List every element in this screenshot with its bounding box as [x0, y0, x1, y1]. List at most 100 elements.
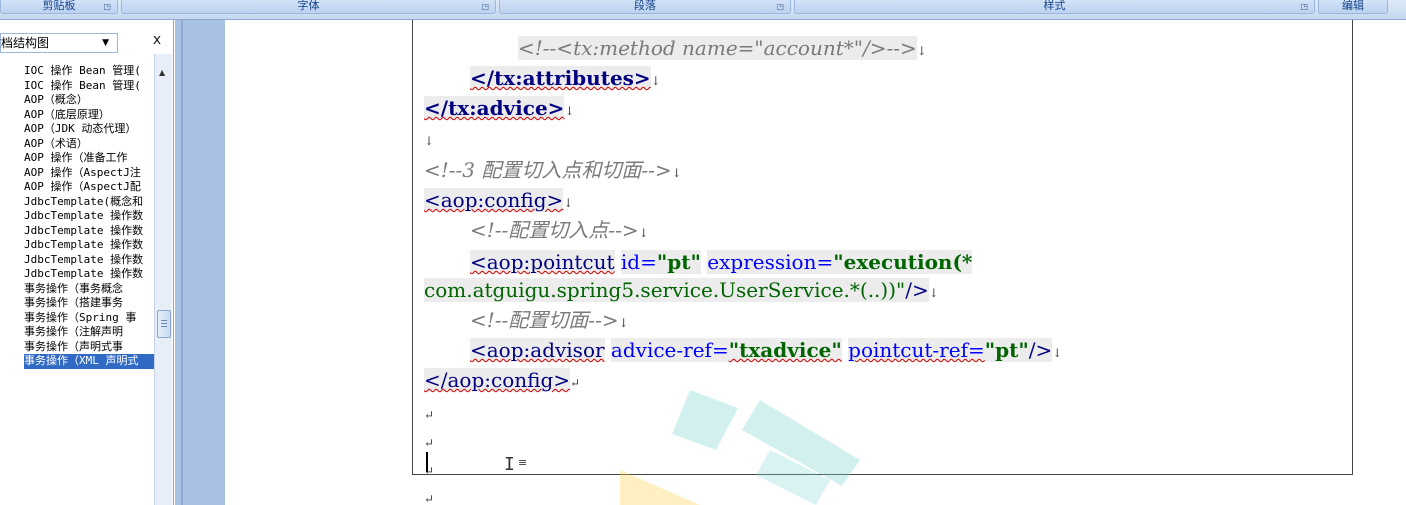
ribbon-group-paragraph[interactable]: 段落 ◳ — [499, 0, 791, 14]
dialog-launcher-icon[interactable]: ◳ — [481, 1, 489, 13]
grip-line — [161, 323, 167, 324]
document-map-item[interactable]: 事务操作（声明式事 — [24, 340, 154, 355]
ribbon-group-label: 段落 — [634, 0, 656, 12]
code-line-step3-comment[interactable]: <!--3 配置切入点和切面-->↓ — [424, 156, 682, 187]
code-line-pointcut-comment[interactable]: <!--配置切入点-->↓ — [470, 216, 649, 247]
line-break-mark: ↓ — [424, 134, 435, 148]
document-map-item[interactable]: 事务操作（事务概念 — [24, 282, 154, 297]
document-map-item[interactable]: AOP 操作（准备工作 — [24, 151, 154, 166]
code-line-empty[interactable]: ↓ — [424, 124, 434, 155]
xml-tag-end: /> — [1028, 338, 1053, 362]
document-map-item[interactable]: AOP（概念） — [24, 93, 154, 108]
close-icon[interactable]: x — [150, 32, 164, 48]
code-line-aspect-comment[interactable]: <!--配置切面-->↓ — [470, 306, 629, 337]
comment-text: <!--3 配置切入点和切面--> — [424, 158, 672, 182]
paragraph-mark: ↵ — [570, 376, 581, 390]
document-map-item[interactable]: AOP 操作（AspectJ注 — [24, 166, 154, 181]
document-map-item[interactable]: AOP 操作（AspectJ配 — [24, 180, 154, 195]
dropdown-label: 文档结构图 — [0, 36, 50, 50]
line-break-mark: ↓ — [618, 316, 629, 330]
xml-tag: <aop:config> — [424, 188, 564, 212]
xml-value: "pt" — [984, 338, 1029, 362]
ribbon-group-label: 编辑 — [1342, 0, 1364, 12]
ribbon-group-label: 字体 — [297, 0, 320, 12]
dialog-launcher-icon[interactable]: ◳ — [776, 1, 784, 13]
text-caret — [426, 452, 428, 472]
xml-attribute: id= — [620, 250, 657, 274]
document-map-list: IOC 操作 Bean 管理( IOC 操作 Bean 管理( AOP（概念） … — [24, 64, 154, 369]
document-map-item[interactable]: 事务操作（Spring 事 — [24, 311, 154, 326]
document-map-item[interactable]: 事务操作（注解声明 — [24, 325, 154, 340]
line-break-mark: ↓ — [671, 166, 682, 180]
click-type-format-icon: ≡ — [518, 456, 528, 469]
xml-tag: <aop:pointcut — [470, 250, 615, 274]
ribbon-group-bar: 剪贴板 ◳ 字体 ◳ 段落 ◳ 样式 ◳ 编辑 — [0, 0, 1406, 20]
document-map-item-selected[interactable]: 事务操作（XML 声明式 — [24, 354, 154, 369]
xml-attribute: expression= — [707, 250, 834, 274]
code-line-pointcut-cont[interactable]: com.atguigu.spring5.service.UserService.… — [424, 276, 939, 307]
xml-tag: </aop:config> — [424, 368, 571, 392]
line-break-mark: ↓ — [563, 196, 574, 210]
comment-text: <!--配置切面--> — [470, 308, 619, 332]
code-line-aop-config-open[interactable]: <aop:config>↓ — [424, 186, 573, 217]
xml-attribute: pointcut-ref= — [848, 338, 985, 362]
paragraph-mark: ↵ — [424, 408, 435, 422]
xml-attribute: advice-ref= — [610, 338, 729, 362]
code-line-attributes-close[interactable]: </tx:attributes>↓ — [470, 64, 661, 95]
document-map-item[interactable]: 事务操作（搭建事务 — [24, 296, 154, 311]
xml-tag-end: /> — [905, 278, 929, 302]
code-line-aop-config-close[interactable]: </aop:config>↵ — [424, 366, 580, 397]
document-map-dropdown[interactable]: 文档结构图 ▼ — [0, 33, 118, 53]
document-map-item[interactable]: AOP（术语） — [24, 137, 154, 152]
document-map-scrollbar[interactable]: ▲ — [154, 54, 172, 505]
dialog-launcher-icon[interactable]: ◳ — [1300, 1, 1308, 13]
code-line-empty[interactable]: ↵ — [424, 398, 434, 429]
xml-value: "execution(* — [833, 250, 973, 274]
xml-tag: </tx:advice> — [424, 96, 565, 120]
ribbon-group-clipboard[interactable]: 剪贴板 ◳ — [0, 0, 118, 14]
xml-tag: </tx:attributes> — [470, 66, 651, 90]
grip-line — [161, 320, 167, 321]
document-map-item[interactable]: JdbcTemplate 操作数 — [24, 253, 154, 268]
xml-value: "txadvice" — [728, 338, 842, 362]
code-line-advisor[interactable]: <aop:advisor advice-ref="txadvice" point… — [470, 336, 1062, 367]
i-beam-cursor-icon: I — [504, 454, 515, 475]
line-break-mark: ↓ — [928, 286, 939, 300]
code-line-advice-close[interactable]: </tx:advice>↓ — [424, 94, 575, 125]
comment-text: <!--配置切入点--> — [470, 218, 639, 242]
ribbon-group-styles[interactable]: 样式 ◳ — [794, 0, 1315, 14]
paragraph-mark: ↵ — [424, 492, 435, 505]
scrollbar-thumb[interactable] — [157, 310, 171, 338]
chevron-down-icon: ▼ — [102, 38, 109, 48]
line-break-mark: ↓ — [564, 104, 575, 118]
document-map-item[interactable]: AOP（底层原理） — [24, 108, 154, 123]
comment-text: <!--<tx:method name="account*"/>--> — [518, 36, 917, 60]
document-map-item[interactable]: IOC 操作 Bean 管理( — [24, 79, 154, 94]
ribbon-group-label: 剪贴板 — [42, 0, 76, 12]
workspace-divider — [181, 20, 183, 505]
line-break-mark: ↓ — [650, 74, 661, 88]
line-break-mark: ↓ — [916, 44, 927, 58]
xml-value: "pt" — [656, 250, 701, 274]
xml-value: com.atguigu.spring5.service.UserService.… — [424, 278, 906, 302]
document-map-item[interactable]: JdbcTemplate 操作数 — [24, 267, 154, 282]
document-map-item[interactable]: JdbcTemplate 操作数 — [24, 238, 154, 253]
document-map-item[interactable]: AOP（JDK 动态代理） — [24, 122, 154, 137]
document-map-header: 文档结构图 ▼ x — [0, 26, 174, 53]
code-line-empty[interactable]: ↵ — [424, 482, 434, 505]
document-map-pane: 文档结构图 ▼ x IOC 操作 Bean 管理( IOC 操作 Bean 管理… — [0, 20, 174, 505]
document-map-item[interactable]: JdbcTemplate(概念和 — [24, 195, 154, 210]
xml-tag: <aop:advisor — [470, 338, 605, 362]
document-map-item[interactable]: JdbcTemplate 操作数 — [24, 209, 154, 224]
document-map-item[interactable]: IOC 操作 Bean 管理( — [24, 64, 154, 79]
ribbon-group-font[interactable]: 字体 ◳ — [121, 0, 496, 14]
ribbon-group-label: 样式 — [1043, 0, 1066, 12]
scroll-up-icon[interactable]: ▲ — [159, 68, 165, 77]
ribbon-group-editing[interactable]: 编辑 — [1318, 0, 1388, 14]
grip-line — [161, 326, 167, 327]
line-break-mark: ↓ — [1052, 346, 1063, 360]
dialog-launcher-icon[interactable]: ◳ — [103, 1, 111, 13]
document-map-item[interactable]: JdbcTemplate 操作数 — [24, 224, 154, 239]
code-line-method-comment[interactable]: <!--<tx:method name="account*"/>-->↓ — [518, 34, 927, 65]
code-line-pointcut[interactable]: <aop:pointcut id="pt" expression="execut… — [470, 248, 973, 276]
